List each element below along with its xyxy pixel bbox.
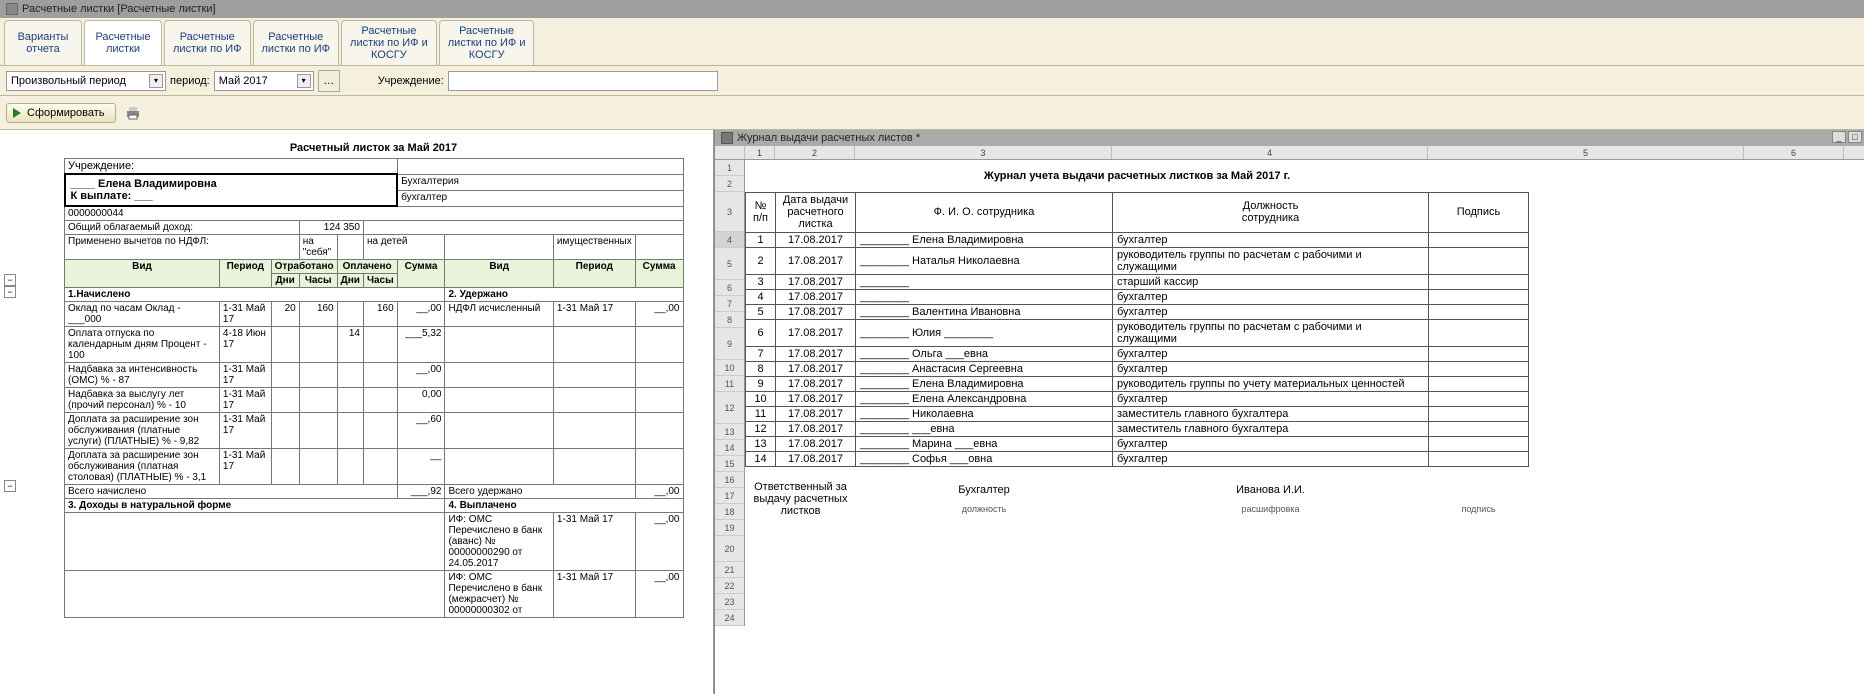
period-label: период: bbox=[170, 75, 210, 87]
doc-icon bbox=[721, 132, 733, 144]
table-row[interactable]: 517.08.2017________ Валентина Ивановнабу… bbox=[746, 304, 1529, 319]
journal-table: Журнал учета выдачи расчетных листков за… bbox=[745, 160, 1529, 518]
print-button[interactable] bbox=[122, 102, 144, 124]
period-select[interactable]: Май 2017▾ bbox=[214, 71, 314, 91]
table-row[interactable]: 617.08.2017________ Юлия ________руковод… bbox=[746, 319, 1529, 346]
table-row[interactable]: 917.08.2017________ Елена Владимировнару… bbox=[746, 376, 1529, 391]
tab-slips[interactable]: Расчетные листки bbox=[84, 20, 162, 65]
table-row[interactable]: 817.08.2017________ Анастасия Сергеевнаб… bbox=[746, 361, 1529, 376]
params-bar: Произвольный период▾ период: Май 2017▾ …… bbox=[0, 66, 1864, 96]
tab-slips-if-kosgu2[interactable]: Расчетные листки по ИФ и КОСГУ bbox=[439, 20, 535, 65]
table-row[interactable]: 317.08.2017________старший кассир bbox=[746, 274, 1529, 289]
maximize-button[interactable]: □ bbox=[1848, 131, 1862, 143]
tab-slips-if2[interactable]: Расчетные листки по ИФ bbox=[253, 20, 340, 65]
window-titlebar: Расчетные листки [Расчетные листки] bbox=[0, 0, 1864, 18]
tree-collapse[interactable]: − bbox=[4, 480, 16, 492]
institution-select[interactable] bbox=[448, 71, 718, 91]
report-tabs: Варианты отчета Расчетные листки Расчетн… bbox=[0, 18, 1864, 66]
play-icon bbox=[13, 108, 21, 118]
window-title: Расчетные листки [Расчетные листки] bbox=[22, 3, 216, 15]
app-icon bbox=[6, 3, 18, 15]
tree-collapse[interactable]: − bbox=[4, 286, 16, 298]
tree-collapse[interactable]: − bbox=[4, 274, 16, 286]
table-row[interactable]: 217.08.2017________ Наталья Николаевнару… bbox=[746, 247, 1529, 274]
table-row[interactable]: 1117.08.2017________ Николаевназаместите… bbox=[746, 406, 1529, 421]
table-row[interactable]: 1017.08.2017________ Елена Александровна… bbox=[746, 391, 1529, 406]
table-row[interactable]: 117.08.2017________ Елена Владимировнабу… bbox=[746, 232, 1529, 247]
institution-label: Учреждение: bbox=[378, 75, 444, 87]
tab-variants[interactable]: Варианты отчета bbox=[4, 20, 82, 65]
printer-icon bbox=[125, 105, 141, 121]
slip-table: Учреждение: ____ Елена ВладимировнаК вып… bbox=[64, 158, 684, 618]
table-row[interactable]: 1217.08.2017________ ___евназаместитель … bbox=[746, 421, 1529, 436]
tab-slips-if[interactable]: Расчетные листки по ИФ bbox=[164, 20, 251, 65]
chevron-down-icon: ▾ bbox=[297, 74, 311, 88]
table-row[interactable]: 1417.08.2017________ Софья ___овнабухгал… bbox=[746, 451, 1529, 466]
slip-title: Расчетный листок за Май 2017 bbox=[34, 136, 713, 158]
table-row[interactable]: 1317.08.2017________ Марина ___евнабухга… bbox=[746, 436, 1529, 451]
table-row[interactable]: 717.08.2017________ Ольга ___евнабухгалт… bbox=[746, 346, 1529, 361]
tab-slips-if-kosgu[interactable]: Расчетные листки по ИФ и КОСГУ bbox=[341, 20, 437, 65]
report-preview: − − − Расчетный листок за Май 2017 Учреж… bbox=[0, 130, 714, 694]
minimize-button[interactable]: _ bbox=[1832, 131, 1846, 143]
period-edit-button[interactable]: … bbox=[318, 70, 340, 92]
chevron-down-icon: ▾ bbox=[149, 74, 163, 88]
period-type-select[interactable]: Произвольный период▾ bbox=[6, 71, 166, 91]
column-ruler: 1 2 3 4 5 6 bbox=[715, 146, 1864, 160]
action-toolbar: Сформировать bbox=[0, 96, 1864, 130]
journal-heading: Журнал учета выдачи расчетных листков за… bbox=[746, 160, 1529, 192]
row-ruler: 12 3 4 5 678 9 1011 12 131415161718 19 2… bbox=[715, 160, 745, 626]
table-row[interactable]: 417.08.2017________бухгалтер bbox=[746, 289, 1529, 304]
form-button[interactable]: Сформировать bbox=[6, 103, 116, 123]
journal-panel: Журнал выдачи расчетных листов * _ □ 1 2… bbox=[714, 130, 1864, 694]
journal-titlebar: Журнал выдачи расчетных листов * _ □ bbox=[715, 130, 1864, 146]
